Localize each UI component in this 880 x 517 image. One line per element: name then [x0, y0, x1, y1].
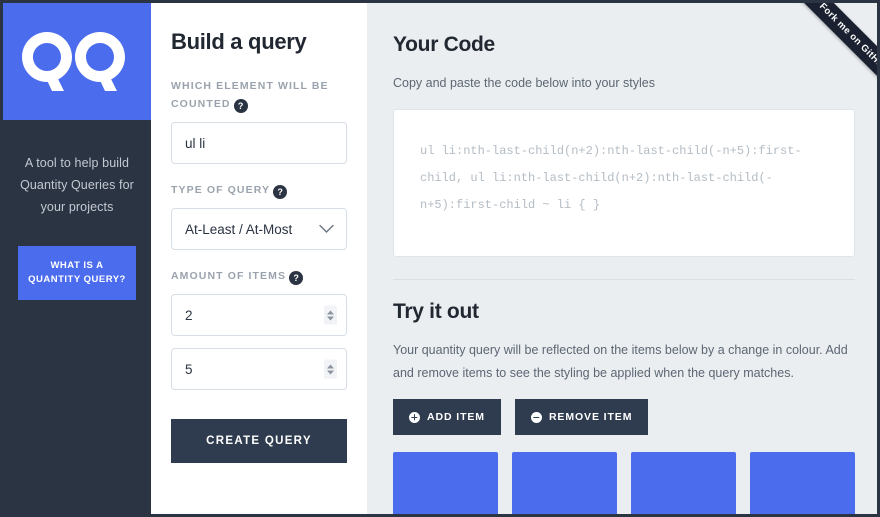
stepper-up-icon	[327, 310, 334, 314]
add-item-button[interactable]: ADD ITEM	[393, 399, 501, 435]
element-label-text: WHICH ELEMENT WILL BE COUNTED	[171, 80, 329, 110]
element-field-label: WHICH ELEMENT WILL BE COUNTED?	[171, 77, 347, 113]
demo-item[interactable]	[750, 452, 855, 514]
amount-min-input[interactable]	[171, 294, 347, 336]
sidebar-tagline: A tool to help build Quantity Queries fo…	[3, 120, 151, 218]
query-type-label-text: TYPE OF QUERY	[171, 184, 270, 196]
remove-item-label: REMOVE ITEM	[549, 411, 632, 423]
your-code-title: Your Code	[393, 33, 855, 57]
amount-label-text: AMOUNT OF ITEMS	[171, 270, 286, 282]
amount-max-stepper[interactable]	[324, 360, 337, 379]
what-is-a-quantity-query-button[interactable]: WHAT IS A QUANTITY QUERY?	[18, 246, 136, 300]
query-type-select-wrap: At-Least / At-Most	[171, 208, 347, 250]
demo-item[interactable]	[512, 452, 617, 514]
amount-max-input[interactable]	[171, 348, 347, 390]
add-item-label: ADD ITEM	[427, 411, 485, 423]
remove-item-button[interactable]: REMOVE ITEM	[515, 399, 648, 435]
try-it-out-description: Your quantity query will be reflected on…	[393, 339, 855, 385]
demo-items-grid	[393, 452, 855, 514]
amount-min-wrap	[171, 294, 347, 336]
demo-item[interactable]	[393, 452, 498, 514]
amount-field-label: AMOUNT OF ITEMS?	[171, 267, 347, 285]
qq-logo-icon	[21, 31, 133, 93]
main-content: Your Code Copy and paste the code below …	[367, 3, 877, 514]
amount-field-group: AMOUNT OF ITEMS?	[171, 267, 347, 390]
help-icon[interactable]: ?	[234, 99, 248, 113]
build-query-panel: Build a query WHICH ELEMENT WILL BE COUN…	[151, 3, 367, 514]
demo-item[interactable]	[631, 452, 736, 514]
element-field-group: WHICH ELEMENT WILL BE COUNTED?	[171, 77, 347, 164]
stepper-up-icon	[327, 364, 334, 368]
sidebar: A tool to help build Quantity Queries fo…	[3, 3, 151, 514]
amount-min-stepper[interactable]	[324, 306, 337, 325]
section-divider	[393, 279, 855, 280]
query-type-field-group: TYPE OF QUERY? At-Least / At-Most	[171, 181, 347, 250]
element-input[interactable]	[171, 122, 347, 164]
plus-circle-icon	[409, 412, 420, 423]
help-icon[interactable]: ?	[273, 185, 287, 199]
query-type-field-label: TYPE OF QUERY?	[171, 181, 347, 199]
logo-block	[3, 3, 151, 120]
item-button-row: ADD ITEM REMOVE ITEM	[393, 399, 855, 435]
panel-title: Build a query	[171, 29, 347, 55]
amount-max-wrap	[171, 348, 347, 390]
minus-circle-icon	[531, 412, 542, 423]
app-window: A tool to help build Quantity Queries fo…	[0, 0, 880, 517]
your-code-subtitle: Copy and paste the code below into your …	[393, 72, 855, 95]
stepper-down-icon	[327, 370, 334, 374]
query-type-select[interactable]: At-Least / At-Most	[171, 208, 347, 250]
help-icon[interactable]: ?	[289, 271, 303, 285]
create-query-button[interactable]: CREATE QUERY	[171, 419, 347, 463]
github-ribbon: Fork me on GitHub	[755, 3, 877, 125]
generated-css-code: ul li:nth-last-child(n+2):nth-last-child…	[420, 138, 828, 219]
try-it-out-title: Try it out	[393, 300, 855, 324]
stepper-down-icon	[327, 316, 334, 320]
code-output-box[interactable]: ul li:nth-last-child(n+2):nth-last-child…	[393, 109, 855, 257]
